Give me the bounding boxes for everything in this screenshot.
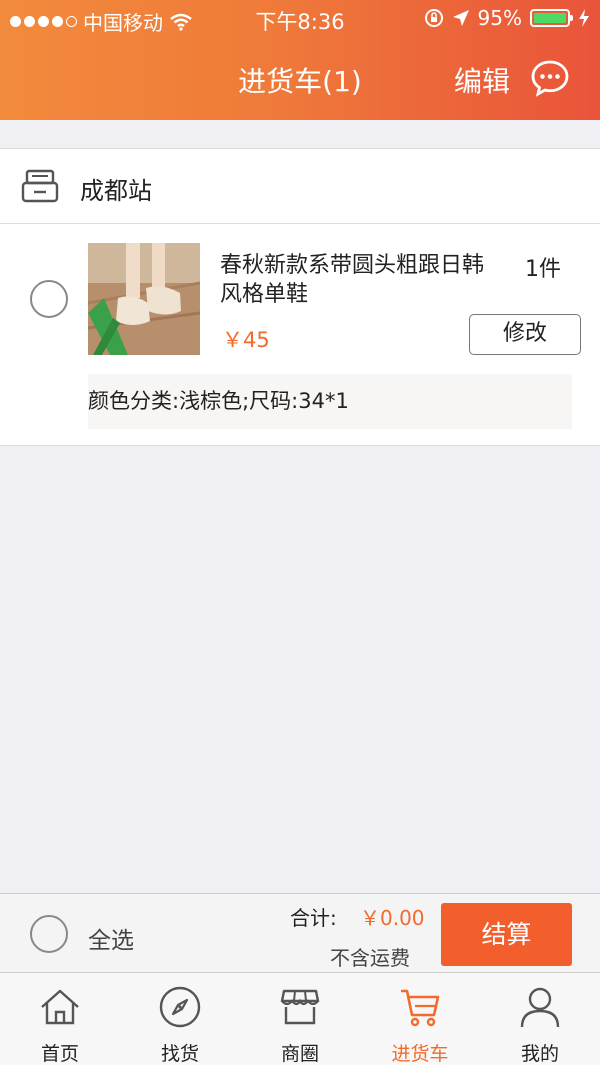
tab-label: 首页 [40, 1043, 79, 1065]
product-price: ￥45 [222, 328, 270, 352]
battery-percent: 95% [477, 6, 522, 30]
status-bar: 中国移动 下午8:36 95% [0, 0, 600, 40]
compass-icon [159, 986, 201, 1028]
edit-button[interactable]: 编辑 [454, 60, 510, 100]
tab-bar: 首页 找货 商圈 进货车 我的 [0, 973, 600, 1065]
cart-icon [401, 989, 440, 1027]
checkout-bar: 全选 合计: ￥0.00 不含运费 结算 [0, 893, 600, 973]
tab-cart[interactable]: 进货车 [360, 973, 480, 1065]
product-name[interactable]: 春秋新款系带圆头粗跟日韩风格单鞋 [220, 251, 505, 309]
product-image[interactable] [88, 243, 200, 355]
shipping-note: 不含运费 [330, 946, 410, 970]
product-quantity: 1件 [525, 257, 561, 282]
tab-home[interactable]: 首页 [0, 973, 120, 1065]
rotation-lock-icon [424, 9, 443, 27]
tab-label: 商圈 [280, 1043, 319, 1065]
tab-label: 找货 [160, 1043, 199, 1065]
home-icon [41, 989, 79, 1025]
battery-icon [530, 9, 573, 27]
store-name: 成都站 [80, 177, 152, 205]
page-title: 进货车(1) [238, 65, 362, 98]
chat-bubble-icon[interactable] [530, 58, 570, 98]
select-all-label[interactable]: 全选 [88, 921, 134, 955]
item-select-checkbox[interactable] [30, 280, 68, 318]
total-label: 合计: [290, 906, 337, 930]
user-icon [520, 987, 560, 1028]
app-header: 中国移动 下午8:36 95% 进货车(1) 编辑 [0, 0, 600, 120]
location-arrow-icon [452, 10, 469, 26]
tab-label: 进货车 [391, 1043, 449, 1065]
store-header: 成都站 [0, 149, 600, 224]
select-all-checkbox[interactable] [30, 915, 68, 953]
tab-circle[interactable]: 商圈 [240, 973, 360, 1065]
cart-store-section: 成都站 春秋新款系带圆头粗跟日韩风格单鞋 1件 ￥45 修改 颜色分类:浅棕色;… [0, 148, 600, 446]
status-right: 95% [424, 6, 590, 30]
total-value: ￥0.00 [360, 906, 425, 930]
tab-find[interactable]: 找货 [120, 973, 240, 1065]
charging-icon [579, 9, 589, 27]
shop-icon [280, 989, 320, 1025]
checkout-button[interactable]: 结算 [441, 903, 572, 966]
tab-label: 我的 [520, 1043, 559, 1065]
store-icon [21, 169, 59, 203]
product-spec: 颜色分类:浅棕色;尺码:34*1 [88, 374, 572, 429]
modify-button[interactable]: 修改 [469, 314, 581, 355]
tab-mine[interactable]: 我的 [480, 973, 600, 1065]
